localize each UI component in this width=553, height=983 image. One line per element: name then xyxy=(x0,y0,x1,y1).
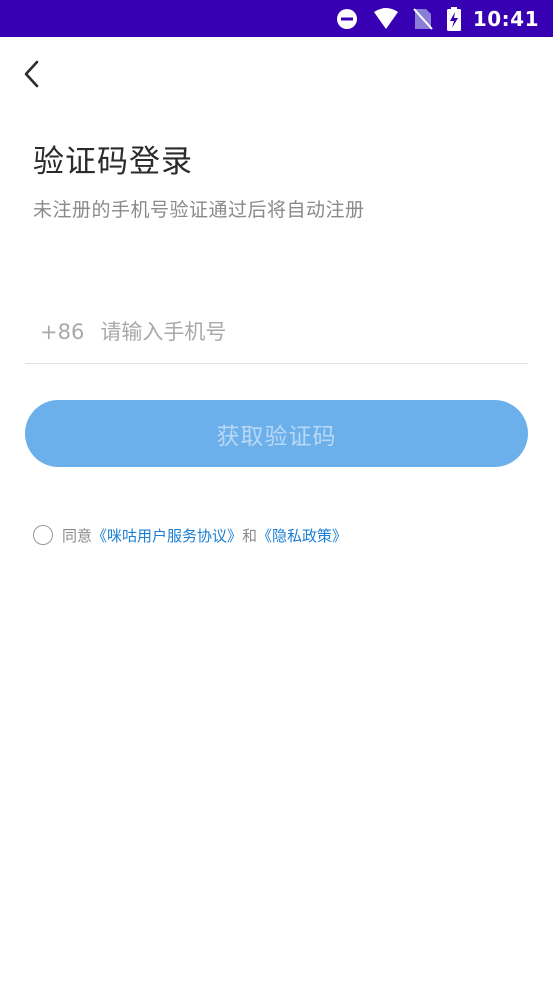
page-subtitle: 未注册的手机号验证通过后将自动注册 xyxy=(33,199,365,221)
do-not-disturb-icon xyxy=(335,7,359,31)
wifi-icon xyxy=(373,7,399,30)
privacy-policy-link[interactable]: 《隐私政策》 xyxy=(257,525,347,546)
agree-checkbox[interactable] xyxy=(33,525,53,545)
agree-and: 和 xyxy=(242,526,258,545)
phone-input[interactable] xyxy=(100,311,528,352)
agreement-row: 同意 《咪咕用户服务协议》 和 《隐私政策》 xyxy=(33,524,347,546)
agree-prefix: 同意 xyxy=(62,526,93,545)
no-sim-icon xyxy=(413,7,433,30)
chevron-left-icon xyxy=(24,60,39,88)
page-title: 验证码登录 xyxy=(33,144,193,180)
status-bar: 10:41 xyxy=(0,0,553,37)
phone-input-row: +86 xyxy=(25,300,528,364)
country-code: +86 xyxy=(40,319,85,344)
get-code-button[interactable]: 获取验证码 xyxy=(25,400,528,467)
back-button[interactable] xyxy=(14,56,50,92)
status-time: 10:41 xyxy=(472,6,539,31)
battery-charging-icon xyxy=(446,6,461,31)
user-agreement-link[interactable]: 《咪咕用户服务协议》 xyxy=(92,525,242,546)
